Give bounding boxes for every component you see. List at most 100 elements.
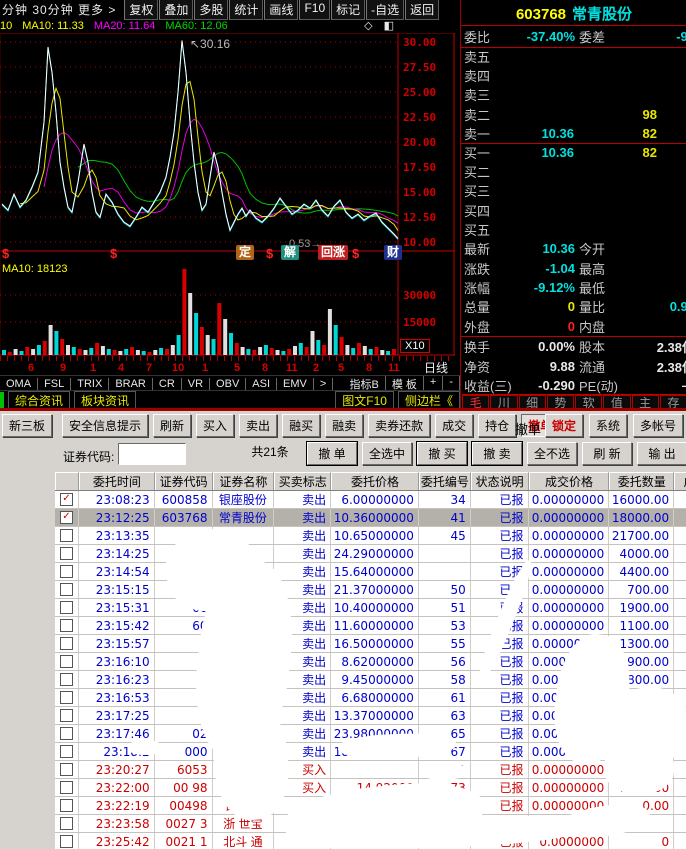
toolbar-button-安全信息提示[interactable]: 安全信息提示 [62,414,149,437]
x-tick: 5 [234,362,241,374]
column-header-状态说明[interactable]: 状态说明 [470,472,529,490]
row-checkbox[interactable] [59,781,73,794]
action-button-刷新[interactable]: 刷 新 [582,442,632,465]
toolbar-button-成交[interactable]: 成交 [435,414,474,437]
order-row[interactable]: 23:15:4260卖出11.6000000053已报0.00000000110… [55,617,686,635]
column-header-委托编号[interactable]: 委托编号 [418,472,471,490]
row-checkbox[interactable] [59,799,73,812]
row-checkbox[interactable] [59,817,73,830]
menu-button--自选[interactable]: -自选 [366,0,405,20]
toolbar-button-多帐号[interactable]: 多帐号 [632,414,683,437]
row-checkbox[interactable] [59,835,73,848]
toolbar-button-持仓[interactable]: 持仓 [478,414,517,437]
cell-成 [674,599,686,616]
toolbar-button-锁定[interactable]: 锁定 [544,414,583,437]
row-checkbox[interactable] [59,547,73,560]
row-checkbox[interactable] [59,637,73,650]
toolbar-button-刷新[interactable]: 刷新 [153,414,192,437]
order-row[interactable]: 23:15:3160隹卖出10.4000000051已报0.0000000019… [55,599,686,617]
cell-证券代码: 00 98 [155,779,213,796]
book-level-卖三[interactable]: 卖三 [461,85,686,104]
book-level-卖一[interactable]: 卖一 10.36 82 [461,124,686,143]
action-button-撤买[interactable]: 撤 买 [416,441,468,466]
book-level-买四[interactable]: 买四 [461,201,686,220]
indicator-tab-BRAR[interactable]: BRAR [109,377,153,390]
menu-button-复权[interactable]: 复权 [124,0,159,20]
indicator-tab-OBV[interactable]: OBV [210,377,247,390]
row-checkbox[interactable]: ✓ [59,511,73,524]
toolbar-button-融卖[interactable]: 融卖 [325,414,364,437]
column-header-委托价格[interactable]: 委托价格 [331,472,419,490]
row-checkbox[interactable] [59,601,73,614]
row-checkbox[interactable] [59,565,73,578]
menu-button-统计[interactable]: 统计 [229,0,264,20]
indicator-tab-FSL[interactable]: FSL [38,377,72,390]
action-button-输出[interactable]: 输 出 [637,442,686,465]
book-level-买一[interactable]: 买一 10.36 82 [461,143,686,162]
row-checkbox[interactable] [59,583,73,596]
period-menu[interactable]: 分钟 30分钟 更多 > [0,1,116,18]
row-checkbox[interactable] [59,529,73,542]
toolbar-button-系统[interactable]: 系统 [588,414,627,437]
column-header-成交价格[interactable]: 成交价格 [528,472,610,490]
action-button-撤卖[interactable]: 撤 卖 [471,441,523,466]
column-header-证券名称[interactable]: 证券名称 [212,472,275,490]
cell-委托编号: 51 [419,599,471,616]
book-level-卖二[interactable]: 卖二 98 [461,105,686,124]
info-tab-综合资讯[interactable]: 综合资讯 [8,390,71,410]
menu-button-叠加[interactable]: 叠加 [159,0,194,20]
order-row[interactable]: 23:14:25 卖出 24.29000000 已报 0.00000000 4000.00 [55,545,686,563]
order-row[interactable]: 23:14:54 卖出 15.64000000 已报 0.00000000 4400.00 [55,563,686,581]
order-row[interactable]: 23:15:153卖出21.3700000050已报0.00000000700.… [55,581,686,599]
row-checkbox[interactable] [59,745,73,758]
row-checkbox[interactable] [59,763,73,776]
indicator-tab-EMV[interactable]: EMV [277,377,314,390]
row-checkbox[interactable] [59,727,73,740]
column-header-委托时间[interactable]: 委托时间 [78,472,155,490]
column-header-委托数量[interactable]: 委托数量 [609,472,675,490]
row-checkbox[interactable] [59,619,73,632]
menu-button-返回[interactable]: 返回 [405,0,440,20]
chart-corner-icons[interactable]: ◇ ◧ [364,19,398,32]
menu-button-画线[interactable]: 画线 [264,0,299,20]
row-checkbox[interactable] [59,655,73,668]
indicator-tab-ASI[interactable]: ASI [246,377,278,390]
order-row[interactable]: ✓ 23:12:25 603768 常青股份 卖出 10.36000000 41 已报 0.00… [55,509,686,527]
action-button-全选中[interactable]: 全选中 [362,442,412,465]
book-level-买三[interactable]: 买三 [461,181,686,200]
action-button-撤单[interactable]: 撤 单 [306,441,358,466]
row-checkbox[interactable] [59,673,73,686]
order-row[interactable]: ✓ 23:08:23 600858 银座股份 卖出 6.00000000 34 已报 0.000… [55,491,686,509]
book-level-买二[interactable]: 买二 [461,162,686,181]
action-button-全不选[interactable]: 全不选 [527,442,577,465]
info-tab-侧边栏《[interactable]: 侧边栏《 [397,390,460,410]
indicator-tab-VR[interactable]: VR [182,377,211,390]
toolbar-button-买入[interactable]: 买入 [196,414,235,437]
toolbar-button-卖券还款[interactable]: 卖券还款 [368,414,431,437]
book-level-买五[interactable]: 买五 [461,220,686,239]
menu-button-F10[interactable]: F10 [299,0,331,20]
info-tab-图文F10[interactable]: 图文F10 [335,390,394,410]
column-header-成[interactable]: 成 [674,472,686,490]
new-third-board-button[interactable]: 新三板 [2,414,53,437]
indicator-tab-TRIX[interactable]: TRIX [71,377,110,390]
column-header-证券代码[interactable]: 证券代码 [154,472,213,490]
indicator-tab->[interactable]: > [314,377,334,390]
book-level-卖四[interactable]: 卖四 [461,66,686,85]
toolbar-button-卖出[interactable]: 卖出 [239,414,278,437]
menu-button-标记[interactable]: 标记 [331,0,366,20]
period-label[interactable]: 日线 [424,359,448,376]
row-checkbox[interactable]: ✓ [59,493,73,506]
toolbar-button-融买[interactable]: 融买 [282,414,321,437]
row-checkbox[interactable] [59,691,73,704]
cell-委托时间: 23:22:00 [79,779,155,796]
menu-button-多股[interactable]: 多股 [194,0,229,20]
row-checkbox[interactable] [59,709,73,722]
indicator-tab-CR[interactable]: CR [153,377,182,390]
indicator-tab-OMA[interactable]: OMA [0,377,39,390]
column-header-买卖标志[interactable]: 买卖标志 [274,472,332,490]
security-code-input[interactable] [118,443,186,465]
book-level-卖五[interactable]: 卖五 [461,47,686,66]
order-row[interactable]: 23:13:35 卖出 10.65000000 45 已报 0.00000000 21700… [55,527,686,545]
info-tab-板块资讯[interactable]: 板块资讯 [74,390,137,410]
